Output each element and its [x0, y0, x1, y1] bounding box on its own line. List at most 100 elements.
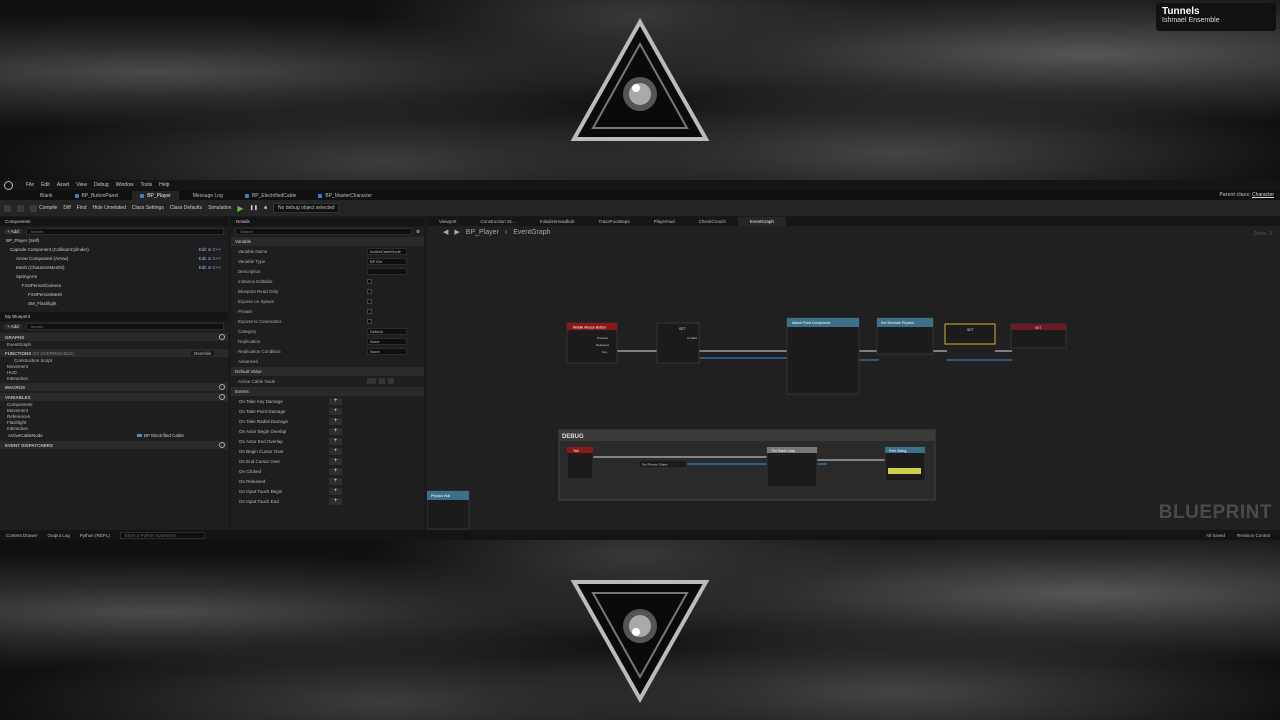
my-blueprint-search-input[interactable]: Search: [25, 323, 224, 330]
graph-editor[interactable]: Viewport Construction Sc... InitializeHe…: [427, 217, 1280, 530]
component-item[interactable]: FirstPersonMesh: [6, 290, 228, 299]
node-get-physics-object[interactable]: Get Physics Object: [638, 459, 688, 469]
unreal-logo-icon[interactable]: [4, 180, 13, 190]
comment-debug[interactable]: DEBUG: [558, 429, 936, 501]
simulation-button[interactable]: Simulation: [208, 205, 231, 211]
add-event-icon[interactable]: +: [329, 497, 342, 505]
macros-section[interactable]: MACROS: [0, 383, 228, 391]
menu-debug[interactable]: Debug: [94, 182, 109, 188]
details-search-input[interactable]: Search: [235, 228, 412, 235]
debug-object-select[interactable]: No debug object selected: [273, 203, 340, 213]
find-button[interactable]: Find: [77, 205, 87, 211]
component-item[interactable]: Arrow Component (Arrow) Edit in C++: [6, 254, 228, 263]
functions-section[interactable]: FUNCTIONS (23 OVERRIDABLE) Override: [0, 349, 228, 357]
add-variable-icon[interactable]: [219, 394, 225, 400]
settings-gear-icon[interactable]: ⚙: [416, 229, 420, 235]
breadcrumb-graph[interactable]: EventGraph: [513, 229, 550, 236]
tab-message-log[interactable]: Message Log: [185, 191, 231, 200]
add-event-icon[interactable]: +: [329, 467, 342, 475]
variables-section[interactable]: VARIABLES: [0, 393, 228, 401]
variable-item[interactable]: ActiveCableNode BP Electrified Cable: [0, 431, 228, 439]
variable-section[interactable]: Variable: [231, 237, 424, 246]
tab-bp-electrifiedcable[interactable]: BP_ElectrifiedCable: [237, 191, 304, 200]
breadcrumb-blueprint[interactable]: BP_Player: [466, 229, 499, 236]
python-input[interactable]: Enter a Python statement: [119, 531, 205, 539]
play-icon[interactable]: ▶: [237, 204, 243, 213]
save-icon[interactable]: [4, 204, 11, 212]
detail-checkbox[interactable]: [367, 318, 372, 324]
detail-value-field[interactable]: None: [367, 337, 407, 345]
component-item[interactable]: SM_Flashlight: [6, 299, 228, 308]
add-event-icon[interactable]: +: [329, 447, 342, 455]
diff-button[interactable]: Diff: [63, 205, 70, 211]
default-value-section[interactable]: Default Value: [231, 367, 424, 376]
edit-cpp-link[interactable]: Edit in C++: [199, 247, 221, 252]
tab-trace-footsteps[interactable]: TraceFootsteps: [586, 217, 641, 226]
detail-checkbox[interactable]: [367, 298, 372, 304]
add-graph-icon[interactable]: [219, 334, 225, 340]
node-set-simulate-physics[interactable]: Set Simulate Physics: [876, 317, 934, 355]
component-item[interactable]: BP_Player (Self): [6, 236, 228, 245]
edit-cpp-link[interactable]: Edit in C++: [199, 265, 221, 270]
add-event-icon[interactable]: +: [329, 457, 342, 465]
add-dispatcher-icon[interactable]: [219, 442, 225, 448]
class-defaults-button[interactable]: Class Defaults: [170, 205, 202, 211]
content-drawer-button[interactable]: Content Drawer: [6, 533, 38, 538]
node-set-1[interactable]: SET Is Valid: [656, 322, 700, 364]
tab-check-crouch[interactable]: CheckCrouch: [687, 217, 738, 226]
output-log-button[interactable]: Output Log: [48, 533, 70, 538]
advanced-toggle[interactable]: Advanced: [231, 356, 424, 366]
parent-class-link[interactable]: Character: [1252, 192, 1274, 198]
event-dispatchers-section[interactable]: EVENT DISPATCHERS: [0, 441, 228, 449]
detail-value-field[interactable]: BP Ele: [367, 257, 407, 265]
component-item[interactable]: Mesh (CharacterMesh0) Edit in C++: [6, 263, 228, 272]
browse-asset-icon[interactable]: [379, 378, 385, 384]
tab-bp-mastercharacter[interactable]: BP_MasterCharacter: [310, 191, 380, 200]
detail-checkbox[interactable]: [367, 308, 372, 314]
node-for-each-loop[interactable]: For Each Loop: [766, 446, 818, 488]
node-attach-point[interactable]: Attach Point Component: [786, 317, 860, 395]
menu-tools[interactable]: Tools: [140, 182, 152, 188]
tab-player-hud[interactable]: PlayerHud: [642, 217, 687, 226]
components-search-input[interactable]: Search: [25, 228, 224, 235]
picker-icon[interactable]: [388, 378, 394, 384]
all-saved-button[interactable]: All Saved: [1206, 533, 1225, 538]
tab-bp-buttonpanel[interactable]: BP_ButtonPanel: [67, 191, 127, 200]
events-section[interactable]: Events: [231, 387, 424, 396]
menu-help[interactable]: Help: [159, 182, 169, 188]
add-event-icon[interactable]: +: [329, 417, 342, 425]
forward-arrow-icon[interactable]: ▶: [454, 228, 459, 236]
node-middle-mouse-button[interactable]: Middle Mouse Button Pressed Released Key: [566, 322, 618, 364]
menu-window[interactable]: Window: [116, 182, 134, 188]
compile-button[interactable]: Compile: [30, 204, 57, 212]
add-event-icon[interactable]: +: [329, 487, 342, 495]
detail-value-field[interactable]: None: [367, 347, 407, 355]
override-dropdown[interactable]: Override: [190, 350, 214, 356]
add-member-button[interactable]: + Add: [4, 324, 22, 329]
menu-edit[interactable]: Edit: [41, 182, 50, 188]
node-set-2[interactable]: SET: [944, 323, 996, 345]
tab-bp-player[interactable]: BP_Player: [132, 191, 179, 200]
tab-blank[interactable]: Blank: [32, 191, 61, 200]
tab-event-graph[interactable]: EventGraph: [737, 217, 786, 226]
back-arrow-icon[interactable]: ◀: [443, 228, 448, 236]
tab-initialize-headbob[interactable]: InitializeHeadbob: [528, 217, 587, 226]
pause-icon[interactable]: ❚❚: [250, 205, 258, 211]
node-tab-key[interactable]: Tab: [566, 446, 594, 480]
add-event-icon[interactable]: +: [329, 437, 342, 445]
component-item[interactable]: FirstPersonCamera: [6, 281, 228, 290]
cmd-selector[interactable]: Python (REPL): [80, 533, 110, 538]
hide-unrelated-button[interactable]: Hide Unrelated: [93, 205, 126, 211]
node-physics-hull[interactable]: Physics Hull: [427, 490, 470, 530]
detail-checkbox[interactable]: [367, 278, 372, 284]
add-event-icon[interactable]: +: [329, 427, 342, 435]
menu-view[interactable]: View: [76, 182, 87, 188]
add-component-button[interactable]: + Add: [4, 229, 22, 234]
edit-cpp-link[interactable]: Edit in C++: [199, 256, 221, 261]
function-item[interactable]: Interaction: [0, 375, 228, 381]
add-event-icon[interactable]: +: [329, 477, 342, 485]
graphs-section[interactable]: GRAPHS: [0, 333, 228, 341]
menu-asset[interactable]: Asset: [57, 182, 70, 188]
add-macro-icon[interactable]: [219, 384, 225, 390]
detail-checkbox[interactable]: [367, 288, 372, 294]
